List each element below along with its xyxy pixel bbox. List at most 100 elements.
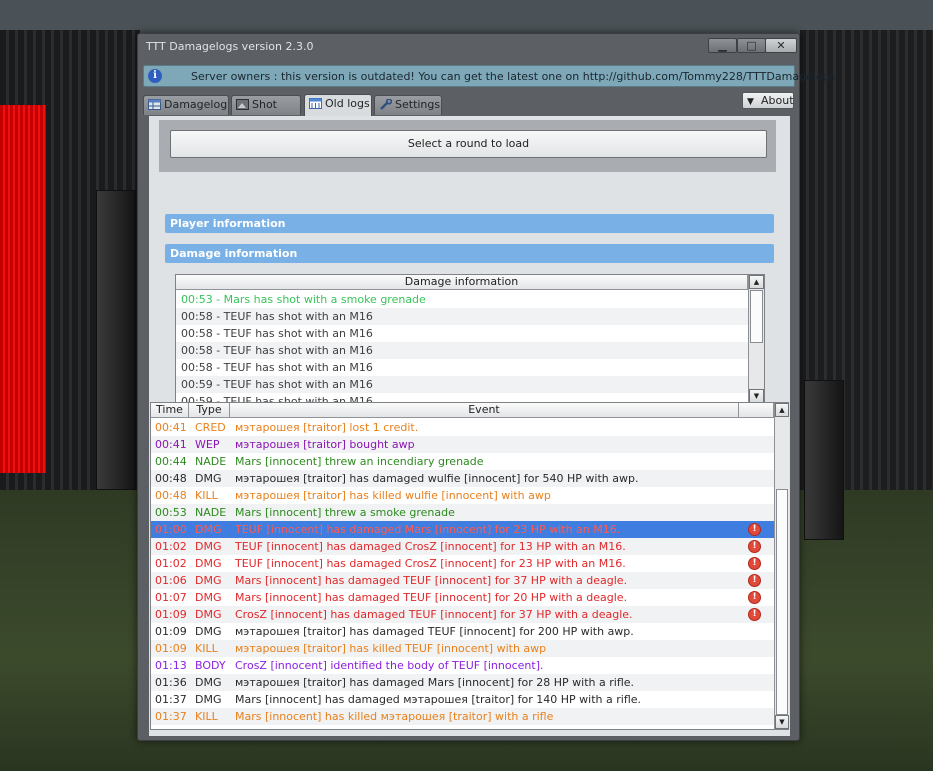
column-type[interactable]: Type xyxy=(189,403,230,418)
row-event: TEUF [innocent] has damaged Mars [innoce… xyxy=(235,523,621,536)
wrench-icon xyxy=(380,99,392,110)
damagelogs-window: TTT Damagelogs version 2.3.0 ▁ □ ✕ i Ser… xyxy=(137,33,835,741)
table-row[interactable]: 00:44 NADE Mars [innocent] threw an incend… xyxy=(151,453,774,470)
maximize-button[interactable]: □ xyxy=(737,38,766,53)
row-type: DMG xyxy=(195,625,222,638)
table-row[interactable]: 01:02 DMG TEUF [innocent] has damaged Cros… xyxy=(151,538,774,555)
row-event: CrosZ [innocent] identified the body of … xyxy=(235,659,544,672)
row-event: Mars [innocent] has damaged мэтарошея [t… xyxy=(235,693,642,706)
row-type: DMG xyxy=(195,523,222,536)
table-row[interactable]: 01:13 BODY CrosZ [innocent] identified the… xyxy=(151,657,774,674)
tab-settings[interactable]: Settings xyxy=(374,95,442,115)
column-event[interactable]: Event xyxy=(230,403,739,418)
background-pillar xyxy=(804,380,844,540)
damage-list-item[interactable]: 00:58 - TEUF has shot with an M16 xyxy=(176,308,748,325)
table-row[interactable]: 01:09 DMG CrosZ [innocent] has damaged TEU… xyxy=(151,606,774,623)
tab-shot-logs[interactable]: Shot logs xyxy=(231,95,301,129)
row-time: 01:37 xyxy=(155,693,187,706)
player-information-header[interactable]: Player information xyxy=(165,214,774,233)
table-row[interactable]: 01:09 KILL мэтарошея [traitor] has killed … xyxy=(151,640,774,657)
table-row[interactable]: 00:41 CRED мэтарошея [traitor] lost 1 cred… xyxy=(151,419,774,436)
row-event: мэтарошея [traitor] has killed TEUF [inn… xyxy=(235,642,547,655)
column-time[interactable]: Time xyxy=(151,403,189,418)
scroll-up-arrow-icon[interactable]: ▲ xyxy=(749,275,764,289)
table-row[interactable]: 01:36 DMG мэтарошея [traitor] has damaged … xyxy=(151,674,774,691)
damage-information-list[interactable]: Damage information 00:53 - Mars has shot… xyxy=(175,274,765,404)
table-row[interactable]: 01:00 DMG TEUF [innocent] has damaged Mars… xyxy=(151,521,774,538)
about-button[interactable]: ▼ About xyxy=(742,92,794,109)
scroll-up-arrow-icon[interactable]: ▲ xyxy=(775,403,789,417)
tab-old-logs[interactable]: Old logs xyxy=(304,94,372,116)
damage-list-item[interactable]: 00:58 - TEUF has shot with an M16 xyxy=(176,342,748,359)
table-row[interactable]: 00:41 WEP мэтарошея [traitor] bought awp xyxy=(151,436,774,453)
row-time: 01:37 xyxy=(155,710,187,723)
damage-list-item[interactable]: 00:58 - TEUF has shot with an M16 xyxy=(176,359,748,376)
row-type: CRED xyxy=(195,421,226,434)
damage-list-scrollbar[interactable]: ▲ ▼ xyxy=(748,275,764,403)
event-log-table[interactable]: Time Type Event 00:41 CRED мэтарошея [trai… xyxy=(150,402,789,730)
log-table-header: Time Type Event xyxy=(151,403,774,418)
image-icon xyxy=(236,99,249,110)
warning-icon: ! xyxy=(748,574,761,587)
row-type: BODY xyxy=(195,659,226,672)
tab-old-logs-label: Old logs xyxy=(325,97,370,110)
row-type: NADE xyxy=(195,455,227,468)
row-event: мэтарошея [traitor] has damaged Mars [in… xyxy=(235,676,635,689)
row-event: мэтарошея [traitor] has killed wulfie [i… xyxy=(235,489,551,502)
damage-list-item[interactable]: 00:53 - Mars has shot with a smoke grena… xyxy=(176,291,748,308)
row-time: 00:53 xyxy=(155,506,187,519)
row-time: 01:00 xyxy=(155,523,187,536)
scroll-down-arrow-icon[interactable]: ▼ xyxy=(749,389,764,403)
row-event: мэтарошея [traitor] bought awp xyxy=(235,438,415,451)
table-row[interactable]: 01:07 DMG Mars [innocent] has damaged TEUF… xyxy=(151,589,774,606)
calendar-icon xyxy=(309,98,322,109)
table-row[interactable]: 01:37 KILL Mars [innocent] has killed мэта… xyxy=(151,708,774,725)
log-table-scrollbar[interactable]: ▲ ▼ xyxy=(774,403,789,729)
close-button[interactable]: ✕ xyxy=(765,38,797,53)
row-time: 00:48 xyxy=(155,472,187,485)
row-event: Mars [innocent] threw a smoke grenade xyxy=(235,506,455,519)
damage-list-item[interactable]: 00:59 - TEUF has shot with an M16 xyxy=(176,376,748,393)
row-time: 01:09 xyxy=(155,642,187,655)
warning-icon: ! xyxy=(748,540,761,553)
title-bar[interactable]: TTT Damagelogs version 2.3.0 ▁ □ ✕ xyxy=(138,34,799,58)
row-event: Mars [innocent] threw an incendiary gren… xyxy=(235,455,484,468)
tab-damagelog-label: Damagelog xyxy=(164,98,228,111)
row-time: 01:02 xyxy=(155,540,187,553)
table-row[interactable]: 00:48 KILL мэтарошея [traitor] has killed … xyxy=(151,487,774,504)
row-time: 01:07 xyxy=(155,591,187,604)
row-type: DMG xyxy=(195,472,222,485)
row-event: мэтарошея [traitor] lost 1 credit. xyxy=(235,421,419,434)
row-event: TEUF [innocent] has damaged CrosZ [innoc… xyxy=(235,557,626,570)
scroll-down-arrow-icon[interactable]: ▼ xyxy=(775,715,789,729)
table-row[interactable]: 01:09 DMG мэтарошея [traitor] has damaged … xyxy=(151,623,774,640)
scroll-thumb[interactable] xyxy=(776,489,788,715)
scroll-thumb[interactable] xyxy=(750,290,763,343)
tab-settings-label: Settings xyxy=(395,98,441,111)
row-type: DMG xyxy=(195,557,222,570)
row-type: KILL xyxy=(195,642,218,655)
damage-information-header[interactable]: Damage information xyxy=(165,244,774,263)
table-row[interactable]: 01:06 DMG Mars [innocent] has damaged TEUF… xyxy=(151,572,774,589)
column-flag[interactable] xyxy=(739,403,774,418)
select-round-button[interactable]: Select a round to load xyxy=(170,130,767,158)
table-row[interactable]: 00:53 NADE Mars [innocent] threw a smoke g… xyxy=(151,504,774,521)
row-type: DMG xyxy=(195,591,222,604)
damage-list-item[interactable]: 00:58 - TEUF has shot with an M16 xyxy=(176,325,748,342)
row-event: Mars [innocent] has damaged TEUF [innoce… xyxy=(235,574,628,587)
minimize-button[interactable]: ▁ xyxy=(708,38,737,53)
table-row[interactable]: 01:02 DMG TEUF [innocent] has damaged Cros… xyxy=(151,555,774,572)
table-row[interactable]: 00:48 DMG мэтарошея [traitor] has damaged … xyxy=(151,470,774,487)
row-time: 00:48 xyxy=(155,489,187,502)
banner-text: Server owners : this version is outdated… xyxy=(191,70,836,83)
warning-icon: ! xyxy=(748,557,761,570)
row-event: TEUF [innocent] has damaged CrosZ [innoc… xyxy=(235,540,626,553)
old-logs-panel: Select a round to load Player informatio… xyxy=(149,116,790,736)
damage-list-header[interactable]: Damage information xyxy=(176,275,748,290)
row-type: DMG xyxy=(195,608,222,621)
warning-icon: ! xyxy=(748,591,761,604)
table-row[interactable]: 01:37 DMG Mars [innocent] has damaged мэта… xyxy=(151,691,774,708)
tab-damagelog[interactable]: Damagelog xyxy=(143,95,229,115)
row-time: 01:06 xyxy=(155,574,187,587)
row-time: 01:36 xyxy=(155,676,187,689)
